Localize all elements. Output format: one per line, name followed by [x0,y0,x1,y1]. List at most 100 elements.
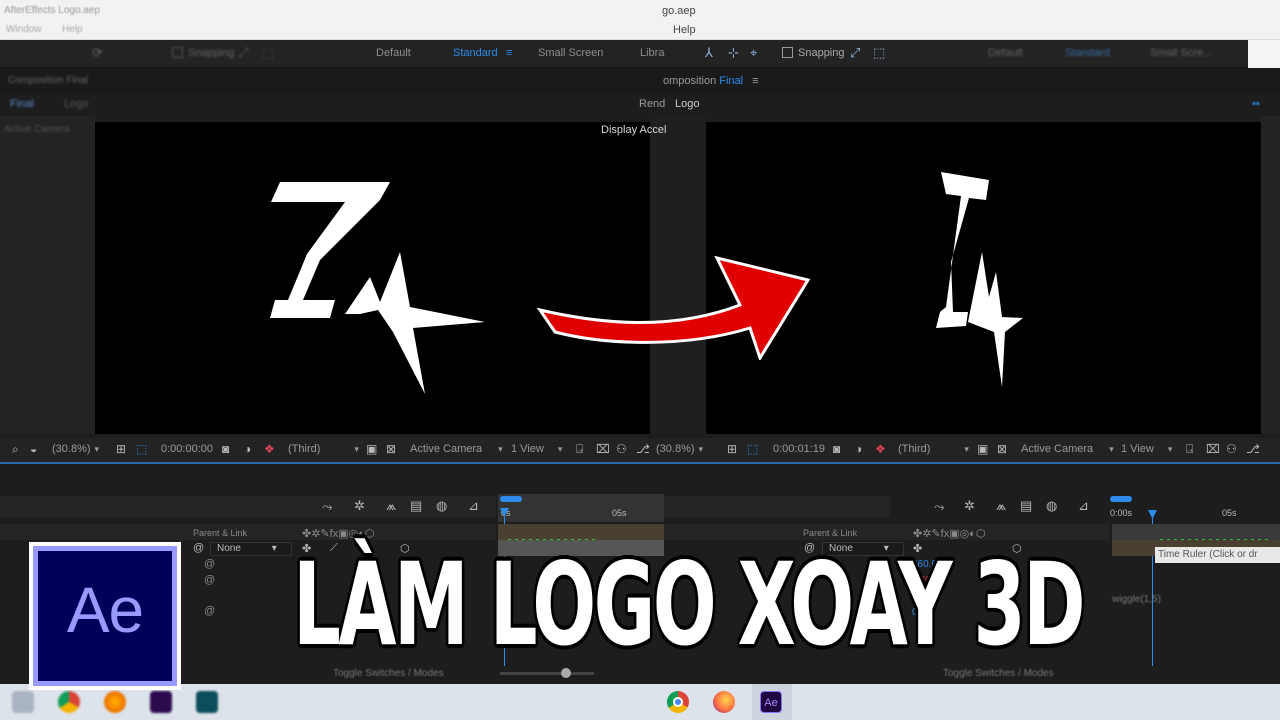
flowchart-icon-right[interactable]: ⤳ [934,499,944,515]
taskbar-chrome-blurred-icon[interactable] [58,691,80,713]
time-ruler-left[interactable] [498,494,664,522]
composition-subtabs: Final Logo Rend Logo ▪▪ [0,94,1280,116]
taskbar-premiere-blurred-icon[interactable] [150,691,172,713]
tab-logo-blurred[interactable]: Logo [64,98,88,110]
transparency-grid-icon[interactable]: ⊠ [386,442,396,456]
taskbar-chrome-icon[interactable] [667,691,689,713]
shy-layers-icon-right[interactable]: ⩕ [996,498,1006,514]
pickwhip-icon-3[interactable]: @ [204,574,215,586]
tab-right-blurred[interactable]: ▪▪ [1252,98,1260,110]
viewer-controls-bar: ⌕ ◒ (30.8%) ▾ ⊞ ⬚ 0:00:00:00 ◙ ◑ ❖ (Third… [0,438,1280,462]
frame-blend-icon-right[interactable]: ▤ [1020,498,1032,514]
fast-preview-icon-right[interactable]: ⚇ [1226,442,1237,456]
tab-logo[interactable]: Logo [675,98,699,110]
panel-menu-icon[interactable]: ≡ [752,75,758,87]
hide-shy-layers-icon[interactable]: ⩕ [386,498,396,514]
zoom-slider-left[interactable] [500,672,594,675]
workspace-standard[interactable]: Standard [453,47,498,59]
taskbar-firefox-icon[interactable] [713,691,735,713]
menu-help[interactable]: Help [62,24,83,35]
window-title-blurred: AfterEffects Logo.aep [4,5,100,16]
composition-tab-blurred[interactable]: Composition Final [8,75,88,86]
axis-world-icon[interactable]: ⊹ [728,45,739,61]
resolution-select-right[interactable]: (Third) ▾ [898,443,969,455]
workspace-default-right[interactable]: Default [988,47,1023,59]
workspace-toolbar: ⟳ Snapping ⤢ ⬚ Default Standard ≡ Small … [0,40,1248,68]
toggle-pixel-icon[interactable]: ⍈ [576,442,583,457]
graph-editor-icon[interactable]: ⊿ [468,498,479,514]
snap-grid-icon[interactable]: ⬚ [873,45,885,61]
workspace-small-right[interactable]: Small Scre... [1150,47,1212,59]
graph-editor-icon-right[interactable]: ⊿ [1078,498,1089,514]
motion-blur-icon-right[interactable]: ◍ [1046,498,1057,514]
timeline-icon[interactable]: ⎇ [636,442,650,456]
workspace-libraries[interactable]: Libra [640,47,664,59]
zoom-select-right[interactable]: (30.8%) ▾ [656,443,703,455]
roi-icon-right[interactable]: ▣ [977,442,988,456]
composition-mini-flowchart-icon[interactable]: ⤳ [322,499,332,515]
timecode-right[interactable]: 0:00:01:19 [773,443,825,455]
timecode-left[interactable]: 0:00:00:00 [161,443,213,455]
composition-prefix: omposition [663,75,717,87]
pickwhip-icon-4[interactable]: @ [204,605,215,617]
zoom-select-left[interactable]: (30.8%) ▾ [52,443,99,455]
snap-icon-blurred[interactable]: ⤢ [238,45,248,61]
menu-help-center[interactable]: Help [673,24,696,36]
parent-select[interactable]: None ▾ [210,542,292,556]
axis-view-icon[interactable]: ⌖ [750,45,757,61]
snapping-label-blurred: Snapping [188,47,235,59]
pickwhip-icon[interactable]: @ [193,542,204,554]
snapshot-icon[interactable]: ◙ [222,442,229,456]
timeline-icon-right[interactable]: ⎇ [1246,442,1260,456]
tab-final-blurred[interactable]: Final [10,98,34,110]
snap-feather-icon[interactable]: ⤢ [850,45,860,61]
region-of-interest-icon[interactable]: ▣ [366,442,377,456]
fit-icon-right[interactable]: ⊞ [727,442,737,456]
resolution-select-left[interactable]: (Third) ▾ [288,443,359,455]
region-icon[interactable]: ⬚ [136,442,147,456]
show-snapshot-icon-right[interactable]: ◑ [855,442,862,456]
color-channels-icon-right[interactable]: ❖ [875,442,886,456]
work-area-bar-right[interactable] [1110,496,1132,502]
taskbar-app-5-icon[interactable] [196,691,218,713]
snapshot-icon-right[interactable]: ◙ [833,442,840,456]
axis-local-icon[interactable]: ⅄ [705,45,713,61]
camera-select-right[interactable]: Active Camera ▾ [1021,443,1114,455]
red-arrow-graphic [536,255,811,360]
mask-icon[interactable]: ◒ [30,442,37,456]
toggle-pixel-icon-right[interactable]: ⍈ [1186,442,1193,457]
expression-text[interactable]: wiggle(1,5) [1112,594,1161,605]
reset-exposure-icon[interactable]: ⌧ [596,442,610,456]
work-area-bar-left[interactable] [500,496,522,502]
taskbar-after-effects-icon[interactable]: Ae [760,691,782,713]
snapping-checkbox-blurred[interactable] [172,47,183,58]
workspace-default[interactable]: Default [376,47,411,59]
color-channels-icon[interactable]: ❖ [264,442,275,456]
transparency-icon-right[interactable]: ⊠ [997,442,1007,456]
reset-exposure-icon-right[interactable]: ⌧ [1206,442,1220,456]
workspace-standard-right[interactable]: Standard [1065,47,1110,59]
workspace-menu-icon[interactable]: ≡ [506,47,512,59]
taskbar-app-1-icon[interactable] [12,691,34,713]
fit-icon[interactable]: ⊞ [116,442,126,456]
draft-3d-icon-right[interactable]: ✲ [964,498,975,514]
snapping-checkbox[interactable] [782,47,793,58]
show-snapshot-icon[interactable]: ◑ [244,442,251,456]
parent-value: None [217,543,241,554]
view-layout-select-right[interactable]: 1 View ▾ [1121,443,1172,455]
motion-blur-icon[interactable]: ◍ [436,498,447,514]
fast-preview-icon[interactable]: ⚇ [616,442,627,456]
magnify-icon[interactable]: ⌕ [12,442,19,457]
pickwhip-icon-2[interactable]: @ [204,558,215,570]
menu-window[interactable]: Window [6,24,42,35]
grid-icon-blurred[interactable]: ⬚ [262,45,274,61]
frame-blending-icon[interactable]: ▤ [410,498,422,514]
taskbar-firefox-blurred-icon[interactable] [104,691,126,713]
select-tool-icon[interactable]: ⟳ [92,45,103,61]
layer-track-right[interactable] [1112,524,1280,540]
workspace-small-screen[interactable]: Small Screen [538,47,603,59]
region-icon-right[interactable]: ⬚ [747,442,758,456]
view-layout-select-left[interactable]: 1 View ▾ [511,443,562,455]
draft-3d-icon[interactable]: ✲ [354,498,365,514]
camera-select-left[interactable]: Active Camera ▾ [410,443,503,455]
